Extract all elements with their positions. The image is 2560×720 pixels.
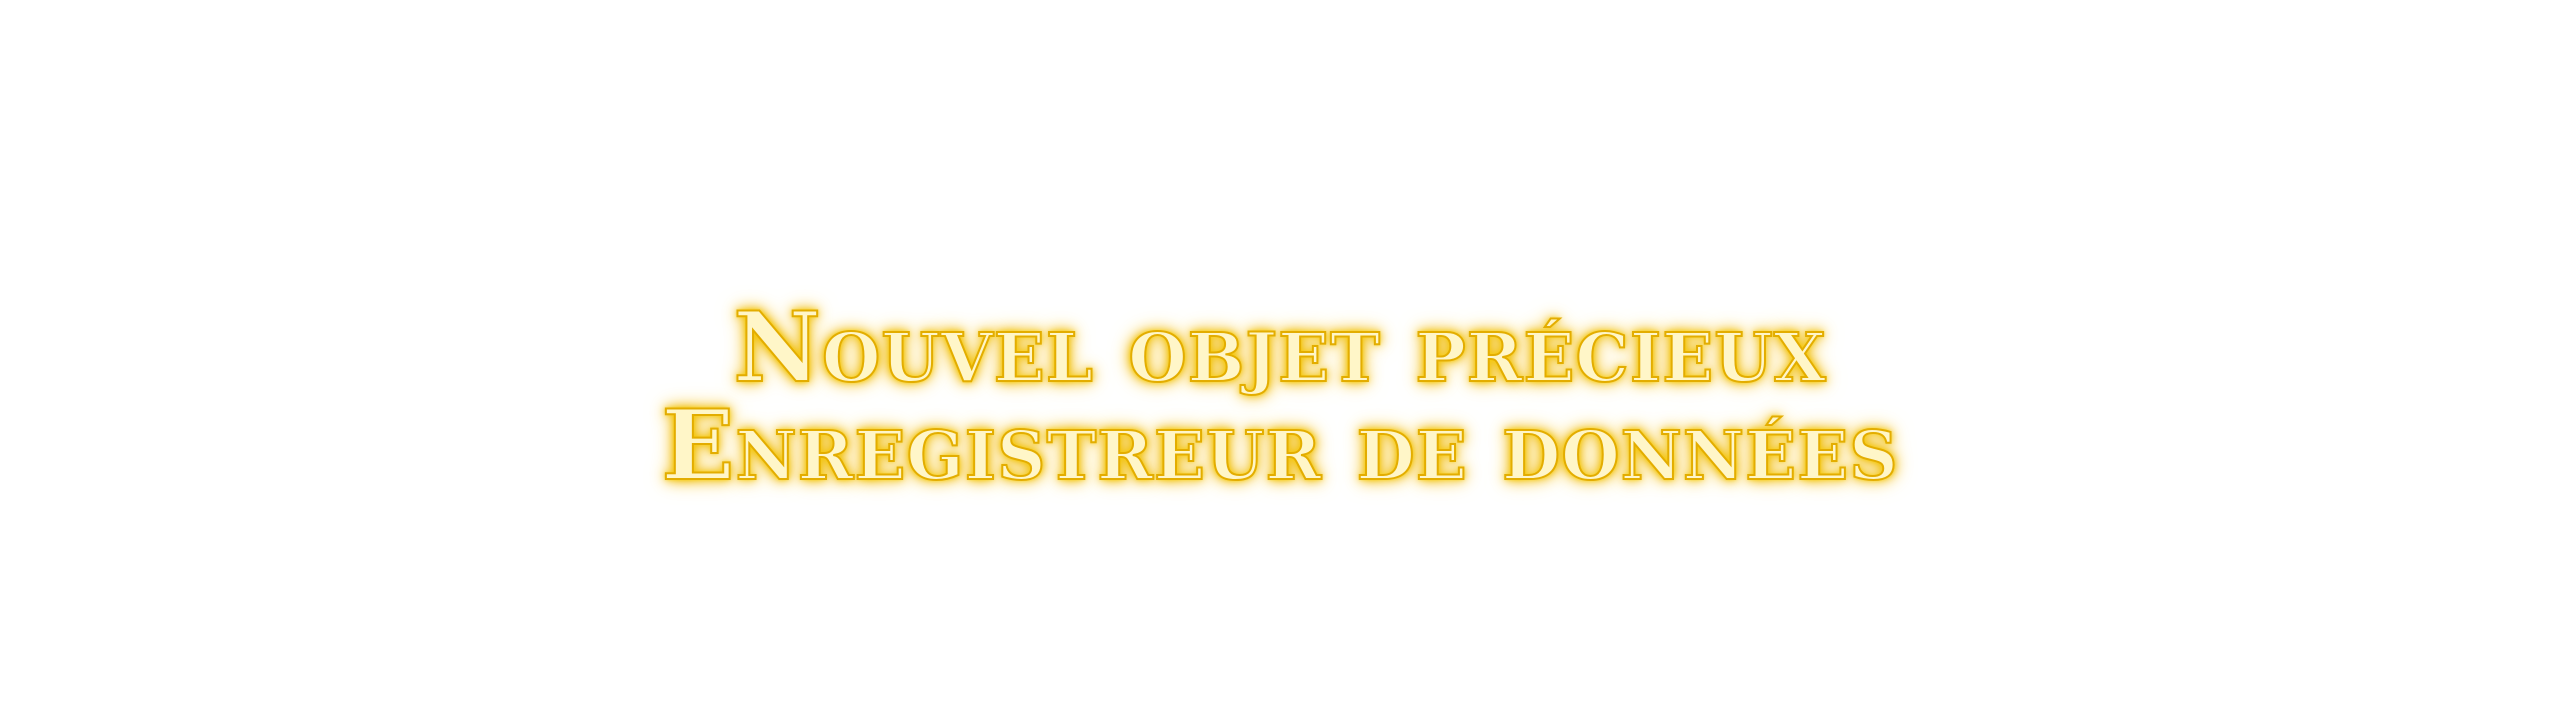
banner-title: Nouvel objet précieux xyxy=(732,291,1827,404)
item-acquired-banner: Nouvel objet précieux Enregistreur de do… xyxy=(0,291,2560,502)
game-screen: Nouvel objet précieux Enregistreur de do… xyxy=(0,0,2560,720)
banner-item-name: Enregistreur de données xyxy=(660,389,1899,502)
